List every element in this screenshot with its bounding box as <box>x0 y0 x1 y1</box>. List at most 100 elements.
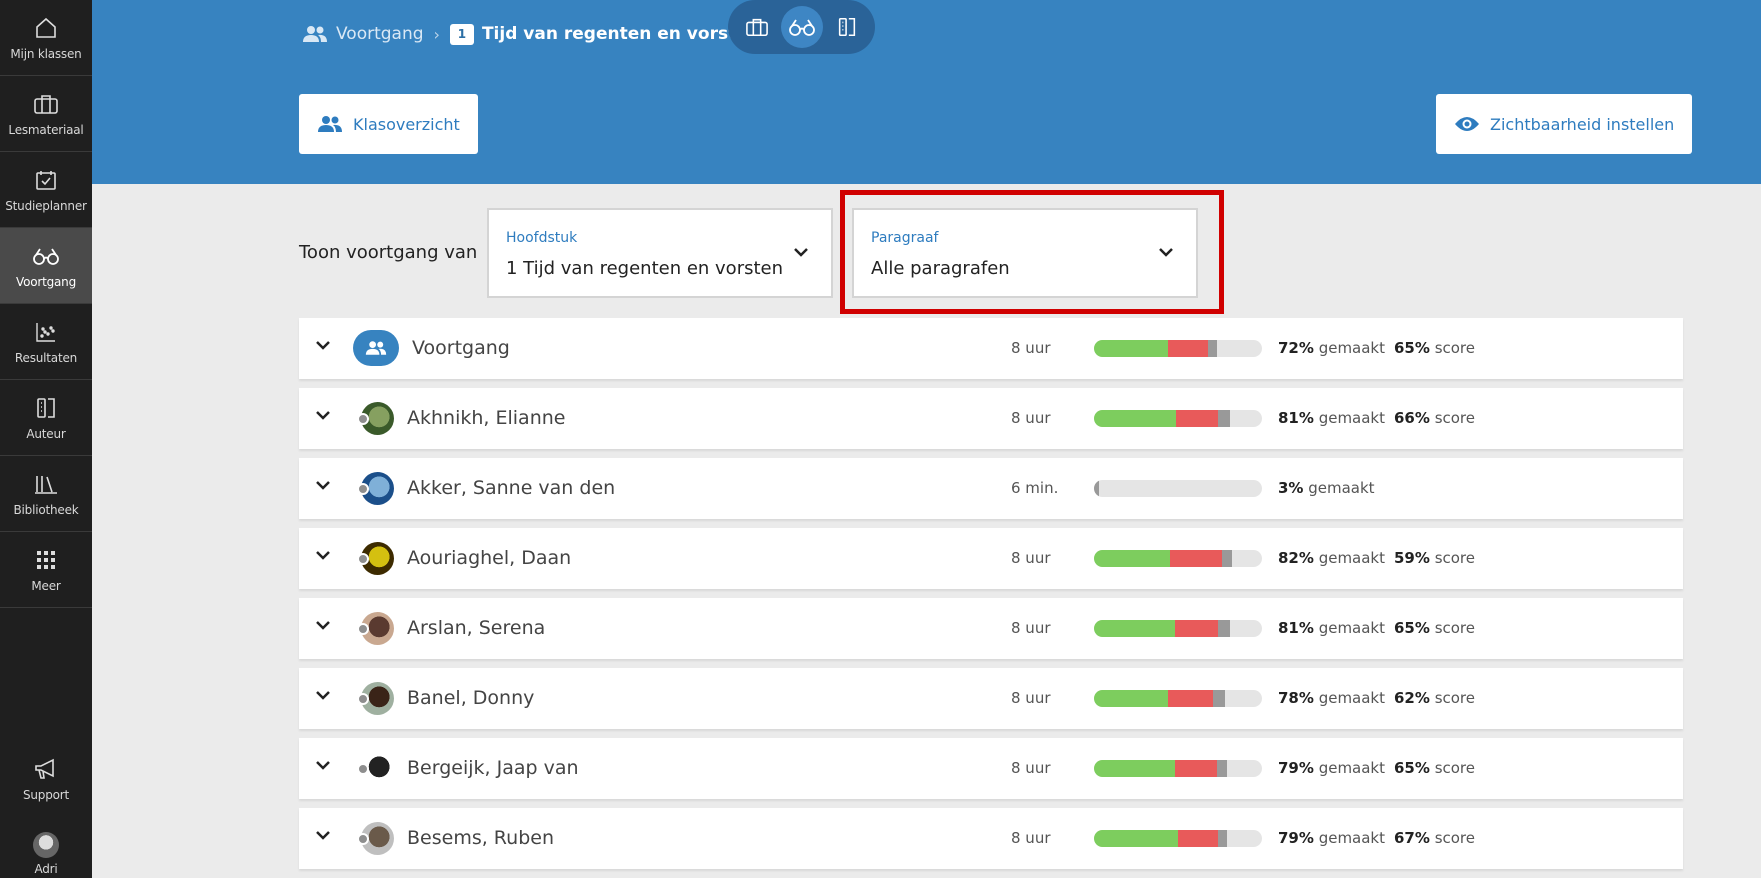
sidebar-item-auteur[interactable]: Auteur <box>0 380 92 456</box>
support-button[interactable]: Support <box>0 740 92 816</box>
eye-icon <box>1455 117 1479 131</box>
time-spent: 8 uur <box>1011 829 1051 847</box>
sidebar-item-label: Lesmateriaal <box>8 123 84 137</box>
score-percentage: 65% score <box>1394 619 1475 637</box>
visibility-settings-label: Zichtbaarheid instellen <box>1490 114 1675 134</box>
made-percentage: 3% gemaakt <box>1278 479 1375 497</box>
sidebar-item-lesmateriaal[interactable]: Lesmateriaal <box>0 76 92 152</box>
score-percentage: 67% score <box>1394 829 1475 847</box>
breadcrumb: Voortgang › 1 Tijd van regenten en vorst… <box>302 14 760 54</box>
breadcrumb-voortgang-link[interactable]: Voortgang <box>302 24 424 44</box>
avatar <box>33 832 59 858</box>
sidebar-item-label: Voortgang <box>16 275 76 289</box>
made-percentage: 82% gemaakt <box>1278 549 1386 567</box>
progress-bar <box>1094 760 1262 777</box>
progress-bar-other <box>1208 340 1217 357</box>
time-spent: 8 uur <box>1011 549 1051 567</box>
online-status-dot <box>357 413 369 425</box>
header: Voortgang › 1 Tijd van regenten en vorst… <box>92 0 1761 184</box>
student-name: Akhnikh, Elianne <box>407 407 566 429</box>
student-row[interactable]: Banel, Donny 8 uur 78% gemaakt 62% score <box>299 668 1683 729</box>
sidebar-item-label: Mijn klassen <box>10 47 82 61</box>
mode-switcher <box>728 0 875 54</box>
expand-chevron-icon[interactable] <box>315 549 331 561</box>
support-label: Support <box>22 787 70 802</box>
student-name: Besems, Ruben <box>407 827 554 849</box>
expand-chevron-icon[interactable] <box>315 759 331 771</box>
student-row[interactable]: Akhnikh, Elianne 8 uur 81% gemaakt 66% scor… <box>299 388 1683 449</box>
expand-chevron-icon[interactable] <box>315 479 331 491</box>
expand-chevron-icon[interactable] <box>315 619 331 631</box>
expand-chevron-icon[interactable] <box>315 689 331 701</box>
sidebar-item-meer[interactable]: Meer <box>0 532 92 608</box>
progress-bar <box>1094 620 1262 637</box>
user-menu[interactable]: Adri <box>0 816 92 878</box>
progress-bar-wrong <box>1176 410 1219 427</box>
progress-bar-wrong <box>1174 760 1217 777</box>
chapter-select[interactable]: Hoofdstuk 1 Tijd van regenten en vorsten <box>487 208 833 298</box>
sidebar-item-bibliotheek[interactable]: Bibliotheek <box>0 456 92 532</box>
row-name: Voortgang <box>412 337 510 359</box>
time-spent: 8 uur <box>1011 339 1051 357</box>
student-name: Banel, Donny <box>407 687 535 709</box>
sidebar-item-studieplanner[interactable]: Studieplanner <box>0 152 92 228</box>
progress-bar-wrong <box>1174 620 1219 637</box>
made-percentage: 79% gemaakt <box>1278 829 1386 847</box>
progress-bar <box>1094 690 1262 707</box>
made-percentage: 81% gemaakt <box>1278 409 1386 427</box>
student-row[interactable]: Besems, Ruben 8 uur 79% gemaakt 67% score <box>299 808 1683 869</box>
lesmateriaal-mode-button[interactable] <box>736 6 778 48</box>
progress-bar-correct <box>1094 620 1175 637</box>
sidebar-item-mijn-klassen[interactable]: Mijn klassen <box>0 0 92 76</box>
progress-bar <box>1094 410 1262 427</box>
progress-bar <box>1094 550 1262 567</box>
expand-chevron-icon[interactable] <box>315 409 331 421</box>
sidebar-item-resultaten[interactable]: Resultaten <box>0 304 92 380</box>
auteur-mode-button[interactable] <box>826 6 868 48</box>
online-status-dot <box>357 483 369 495</box>
sidebar-item-label: Studieplanner <box>5 199 87 213</box>
breadcrumb-voortgang-label: Voortgang <box>336 24 424 44</box>
class-overview-label: Klasoverzicht <box>353 114 460 134</box>
progress-bar-correct <box>1094 830 1178 847</box>
progress-summary-row[interactable]: Voortgang 8 uur 72% gemaakt 65% score <box>299 318 1683 379</box>
breadcrumb-separator: › <box>433 24 440 44</box>
visibility-settings-button[interactable]: Zichtbaarheid instellen <box>1436 94 1693 154</box>
home-icon <box>32 14 60 42</box>
megaphone-icon <box>32 755 60 783</box>
expand-chevron-icon[interactable] <box>315 829 331 841</box>
author-icon <box>838 17 855 37</box>
progress-bar-other <box>1213 690 1226 707</box>
progress-bar-other <box>1218 410 1231 427</box>
calendar-check-icon <box>32 166 60 194</box>
online-status-dot <box>357 693 369 705</box>
breadcrumb-current-chapter: Tijd van regenten en vorsten <box>481 24 760 44</box>
student-row[interactable]: Akker, Sanne van den 6 min. 3% gemaakt <box>299 458 1683 519</box>
progress-bar <box>1094 480 1262 497</box>
sidebar-item-label: Bibliotheek <box>13 503 79 517</box>
sidebar-item-label: Resultaten <box>14 351 78 365</box>
made-percentage: 81% gemaakt <box>1278 619 1386 637</box>
highlight-box <box>840 190 1224 314</box>
made-percentage: 72% gemaakt <box>1278 339 1386 357</box>
class-overview-button[interactable]: Klasoverzicht <box>299 94 478 154</box>
progress-bar-wrong <box>1178 830 1219 847</box>
people-icon <box>303 26 327 42</box>
student-row[interactable]: Arslan, Serena 8 uur 81% gemaakt 65% score <box>299 598 1683 659</box>
student-name: Bergeijk, Jaap van <box>407 757 579 779</box>
filter-label: Toon voortgang van <box>299 242 478 263</box>
chapter-number-badge: 1 <box>449 23 474 45</box>
expand-chevron-icon[interactable] <box>315 339 331 351</box>
progress-bar-other <box>1218 620 1231 637</box>
progress-bar-other <box>1218 830 1227 847</box>
student-name: Aouriaghel, Daan <box>407 547 572 569</box>
progress-bar-correct <box>1094 550 1170 567</box>
sidebar-item-voortgang[interactable]: Voortgang <box>0 228 92 304</box>
voortgang-mode-button[interactable] <box>780 6 823 48</box>
student-row[interactable]: Aouriaghel, Daan 8 uur 82% gemaakt 59% scor… <box>299 528 1683 589</box>
student-row[interactable]: Bergeijk, Jaap van 8 uur 79% gemaakt 65% sc… <box>299 738 1683 799</box>
progress-bar-other <box>1094 480 1100 497</box>
time-spent: 8 uur <box>1011 409 1051 427</box>
online-status-dot <box>357 763 369 775</box>
progress-bar-correct <box>1094 690 1168 707</box>
